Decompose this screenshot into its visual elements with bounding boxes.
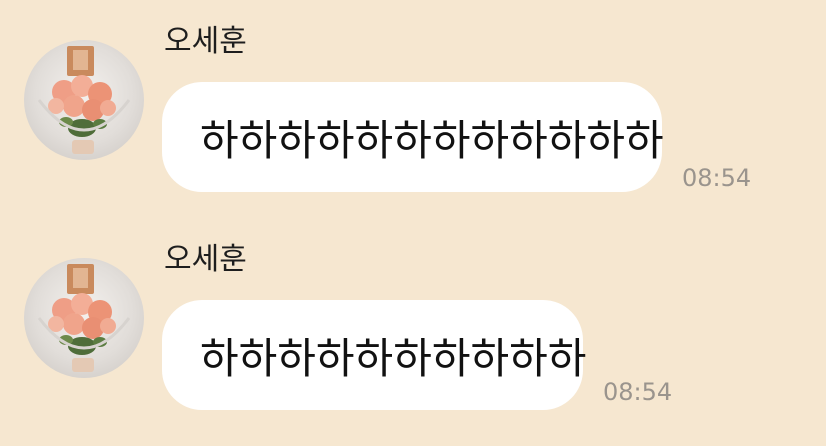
message-bubble[interactable]: 하하하하하하하하하하 [162,300,587,410]
avatar[interactable] [24,258,144,378]
message-text: 하하하하하하하하하하 [200,333,587,383]
message-text: 하하하하하하하하하하하하 [200,115,664,165]
message-bubble[interactable]: 하하하하하하하하하하하하 [162,82,664,192]
sender-name: 오세훈 [164,24,247,59]
message-timestamp: 08:54 [682,164,752,192]
avatar-bouquet-image [37,264,131,372]
avatar[interactable] [24,40,144,160]
message-timestamp: 08:54 [603,378,673,406]
sender-name: 오세훈 [164,242,247,277]
avatar-bouquet-image [37,46,131,154]
chat-view: 오세훈 하하하하하하하하하하하하 08:54 오세훈 하하하하하하하하하하 08… [0,0,826,446]
